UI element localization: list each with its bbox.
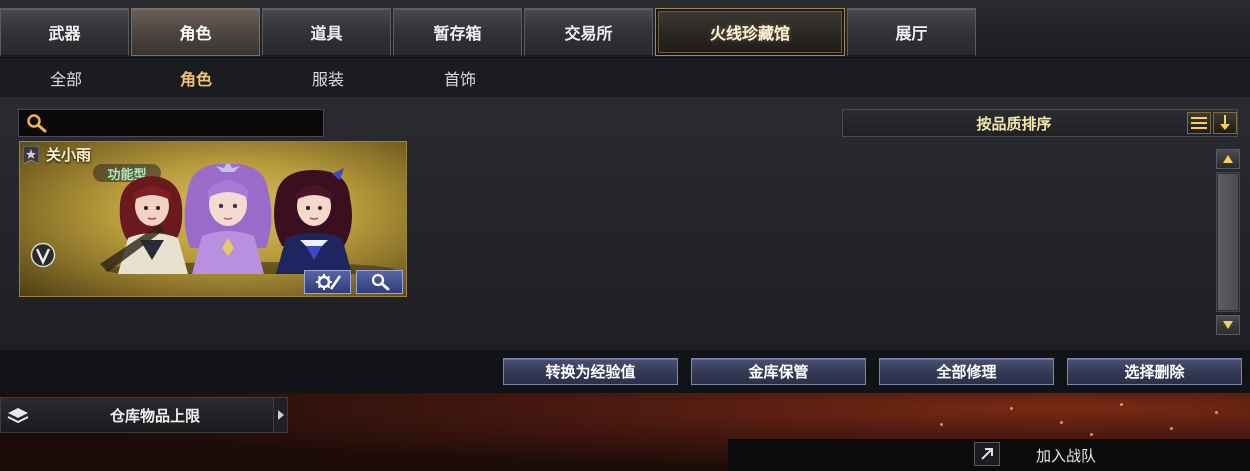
search-box[interactable]	[18, 109, 324, 137]
character-portrait	[100, 164, 395, 274]
inventory-limit-bar[interactable]: 仓库物品上限	[0, 397, 288, 433]
scrollbar[interactable]	[1216, 149, 1240, 335]
list-icon[interactable]	[1187, 112, 1211, 134]
inventory-limit-label: 仓库物品上限	[109, 406, 200, 425]
external-arrow-icon[interactable]	[974, 442, 1000, 466]
repair-all-button[interactable]: 全部修理	[879, 358, 1054, 385]
subtab-accessories[interactable]: 首饰	[394, 58, 526, 97]
layers-icon	[5, 404, 31, 428]
arrow-down-icon	[1223, 321, 1233, 329]
scroll-up-button[interactable]	[1216, 149, 1240, 169]
star-badge-icon	[23, 146, 39, 164]
tab-weapons[interactable]: 武器	[0, 8, 129, 56]
vault-storage-button[interactable]: 金库保管	[691, 358, 866, 385]
settings-icon	[315, 274, 341, 290]
item-name: 关小雨	[46, 146, 92, 164]
scroll-thumb[interactable]	[1218, 174, 1238, 310]
tab-showroom[interactable]: 展厅	[847, 8, 976, 56]
arrow-down-icon[interactable]	[1213, 112, 1237, 134]
bottom-bar: 仓库物品上限 加入战队	[0, 393, 1250, 471]
sub-tab-bar: 全部 角色 服装 首饰	[0, 58, 1250, 97]
v-badge-icon	[30, 242, 56, 268]
search-icon	[23, 112, 51, 134]
settings-button[interactable]	[304, 270, 351, 294]
convert-to-exp-button[interactable]: 转换为经验值	[503, 358, 678, 385]
inventory-panel: 按品质排序 关小雨 功能型	[0, 97, 1250, 350]
tab-exchange[interactable]: 交易所	[524, 8, 653, 56]
tab-characters[interactable]: 角色	[131, 8, 260, 56]
join-team-label[interactable]: 加入战队	[1036, 439, 1096, 471]
tab-items[interactable]: 道具	[262, 8, 391, 56]
inspect-button[interactable]	[356, 270, 403, 294]
sort-dropdown[interactable]: 按品质排序	[842, 109, 1238, 137]
scroll-down-button[interactable]	[1216, 315, 1240, 335]
tab-collection-hall[interactable]: 火线珍藏馆	[655, 8, 845, 56]
subtab-outfits[interactable]: 服装	[262, 58, 394, 97]
subtab-all[interactable]: 全部	[0, 58, 132, 97]
search-input[interactable]	[53, 112, 319, 134]
scroll-track[interactable]	[1216, 172, 1240, 312]
action-bar: 转换为经验值 金库保管 全部修理 选择删除	[0, 350, 1250, 393]
team-bar: 加入战队	[728, 439, 1250, 471]
select-delete-button[interactable]: 选择删除	[1067, 358, 1242, 385]
item-card[interactable]: 关小雨 功能型	[19, 141, 407, 297]
top-tab-bar: 武器 角色 道具 暂存箱 交易所 火线珍藏馆 展厅	[0, 0, 1250, 58]
chevron-right-icon[interactable]	[273, 398, 287, 432]
search-icon	[371, 273, 389, 291]
arrow-up-icon	[1223, 155, 1233, 163]
tab-temp-storage[interactable]: 暂存箱	[393, 8, 522, 56]
sort-label: 按品质排序	[976, 114, 1052, 133]
subtab-characters[interactable]: 角色	[130, 58, 262, 97]
